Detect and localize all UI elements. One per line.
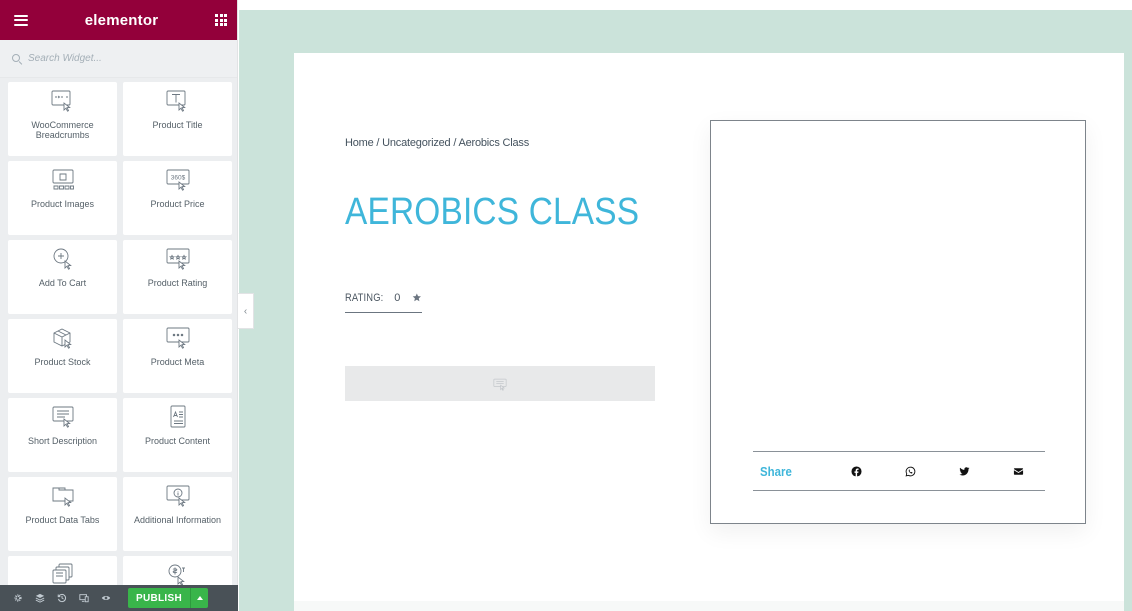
widget-search: [0, 40, 237, 78]
facebook-icon: [850, 465, 862, 477]
breadcrumb: Home / Uncategorized / Aerobics Class: [345, 137, 529, 149]
twitter-share-button[interactable]: [937, 451, 991, 491]
product-upsell-icon: [168, 564, 185, 585]
publish-button[interactable]: PUBLISH: [128, 588, 190, 608]
widget-product-stock[interactable]: Product Stock: [8, 319, 117, 393]
widget-product-data-tabs[interactable]: Product Data Tabs: [8, 477, 117, 551]
breadcrumbs-icon: [51, 90, 71, 112]
editor-sidebar: elementor WooCommerce Breadcrumbs: [0, 0, 238, 611]
whatsapp-share-button[interactable]: [883, 451, 937, 491]
breadcrumb-separator: /: [373, 137, 383, 149]
share-label: Share: [760, 463, 792, 479]
product-title-icon: [166, 90, 186, 112]
widget-product-related[interactable]: [8, 556, 117, 585]
widget-product-content[interactable]: Product Content: [123, 398, 232, 472]
breadcrumb-category[interactable]: Uncategorized: [382, 137, 451, 149]
share-buttons: Share: [753, 451, 1045, 491]
caret-up-icon: [196, 596, 203, 600]
rating-value: 0: [394, 291, 401, 304]
product-images-icon: [52, 169, 74, 190]
widget-product-images[interactable]: Product Images: [8, 161, 117, 235]
product-rating: RATING: 0: [345, 291, 422, 313]
collapse-panel-button[interactable]: ‹: [238, 293, 254, 329]
product-stock-icon: [53, 328, 72, 349]
widget-label: Product Data Tabs: [25, 515, 100, 525]
widget-product-price[interactable]: 360$ Product Price: [123, 161, 232, 235]
widget-label: Product Meta: [150, 357, 205, 367]
canvas-top-strip: [239, 0, 1132, 10]
email-icon: [1013, 467, 1023, 475]
widget-label: Short Description: [27, 436, 98, 446]
product-meta-icon: [166, 327, 189, 349]
widget-label: Additional Information: [133, 515, 222, 525]
product-image-frame: Share: [710, 120, 1086, 524]
breadcrumb-current: Aerobics Class: [458, 137, 529, 149]
widget-label: Product Stock: [34, 357, 91, 367]
history-icon[interactable]: [52, 585, 72, 611]
widgets-grid-icon[interactable]: [215, 14, 227, 26]
sidebar-footer: PUBLISH: [0, 585, 238, 611]
widget-add-to-cart[interactable]: Add To Cart: [8, 240, 117, 314]
preview-icon[interactable]: [96, 585, 116, 611]
product-title: AEROBICS CLASS: [345, 191, 640, 233]
widget-product-meta[interactable]: Product Meta: [123, 319, 232, 393]
widget-label: Add To Cart: [38, 278, 87, 288]
whatsapp-icon: [905, 466, 915, 476]
widget-label: Product Images: [30, 199, 95, 209]
widget-product-rating[interactable]: Product Rating: [123, 240, 232, 314]
rating-label: RATING:: [345, 291, 384, 304]
responsive-icon[interactable]: [74, 585, 94, 611]
publish-options-button[interactable]: [190, 588, 208, 608]
svg-text:360$: 360$: [170, 175, 185, 182]
additional-information-icon: [166, 485, 189, 507]
navigator-icon[interactable]: [30, 585, 50, 611]
widget-label: Product Price: [150, 199, 205, 209]
search-input[interactable]: [28, 53, 208, 64]
widget-woocommerce-breadcrumbs[interactable]: WooCommerce Breadcrumbs: [8, 82, 117, 156]
preview-canvas: Home / Uncategorized / Aerobics Class AE…: [239, 0, 1132, 611]
menu-icon[interactable]: [14, 14, 28, 26]
widget-label: Product Content: [144, 436, 211, 446]
product-page: Home / Uncategorized / Aerobics Class AE…: [294, 53, 1124, 601]
widget-label: Product Rating: [147, 278, 208, 288]
product-price-icon: 360$: [166, 169, 189, 191]
widget-label: WooCommerce Breadcrumbs: [31, 120, 94, 140]
widget-product-title[interactable]: Product Title: [123, 82, 232, 156]
product-rating-icon: [166, 248, 189, 270]
add-to-cart-placeholder[interactable]: [345, 366, 655, 401]
twitter-icon: [958, 466, 970, 475]
facebook-share-button[interactable]: [829, 451, 883, 491]
search-icon: [12, 53, 22, 64]
star-icon: [413, 293, 422, 302]
breadcrumb-home[interactable]: Home: [345, 137, 374, 149]
widget-product-upsell[interactable]: [123, 556, 232, 585]
widget-label: Product Title: [152, 120, 203, 130]
widget-panel: WooCommerce Breadcrumbs Product Title Pr…: [0, 78, 237, 585]
widget-additional-information[interactable]: Additional Information: [123, 477, 232, 551]
add-to-cart-placeholder-icon: [493, 378, 507, 391]
settings-icon[interactable]: [8, 585, 28, 611]
product-related-icon: [52, 563, 72, 584]
sidebar-header: elementor: [0, 0, 237, 40]
page-bottom-edge: [294, 601, 1124, 611]
product-content-icon: [170, 405, 185, 428]
chevron-left-icon: ‹: [243, 305, 248, 317]
brand-logo: elementor: [84, 11, 159, 29]
product-data-tabs-icon: [52, 487, 73, 507]
widget-grid: WooCommerce Breadcrumbs Product Title Pr…: [8, 82, 232, 585]
short-description-icon: [52, 406, 73, 428]
add-to-cart-icon: [53, 248, 72, 270]
email-share-button[interactable]: [991, 451, 1045, 491]
widget-short-description[interactable]: Short Description: [8, 398, 117, 472]
